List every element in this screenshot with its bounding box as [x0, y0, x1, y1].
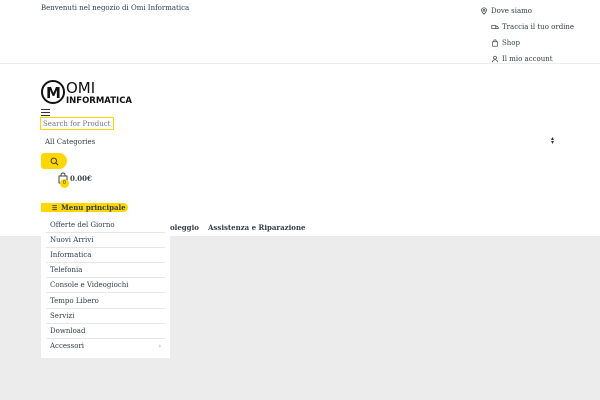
menu-item-download[interactable]: Download: [46, 324, 165, 339]
category-select[interactable]: All Categories ▴ ▾: [41, 135, 556, 148]
logo-line-1: OMI: [66, 79, 96, 97]
main-menu-button[interactable]: ☰ Menu principale: [41, 203, 128, 212]
cart-total: 0.00€: [70, 174, 92, 183]
top-bar: Benvenuti nel negozio di Omi Informatica…: [0, 0, 600, 64]
menu-item-informatica[interactable]: Informatica: [46, 248, 165, 264]
cart-widget[interactable]: 0 0.00€: [57, 172, 137, 190]
dove-siamo-link[interactable]: Dove siamo: [480, 3, 532, 19]
search-icon: [50, 157, 58, 165]
site-logo[interactable]: M OMI INFORMATICA: [41, 78, 133, 108]
menu-item-servizi[interactable]: Servizi: [46, 309, 165, 324]
select-arrows-icon: ▴ ▾: [550, 135, 554, 146]
shop-label: Shop: [502, 39, 520, 47]
menu-item-accessori[interactable]: Accessori ›: [46, 339, 165, 354]
main-menu-dropdown: Offerte del Giorno Nuovi Arrivi Informat…: [41, 218, 170, 358]
logo-line-2: INFORMATICA: [66, 96, 133, 106]
list-icon: ☰: [52, 205, 58, 212]
menu-item-nuovi-arrivi[interactable]: Nuovi Arrivi: [46, 233, 165, 249]
nav-item-noleggio[interactable]: oleggio: [170, 223, 199, 232]
shopping-bag-icon: [492, 39, 498, 47]
menu-item-console[interactable]: Console e Videogiochi: [46, 278, 165, 294]
menu-item-offerte[interactable]: Offerte del Giorno: [46, 218, 165, 234]
search-button[interactable]: [41, 153, 67, 169]
hamburger-menu-icon[interactable]: [41, 109, 50, 116]
cart-count-badge: 0: [60, 179, 69, 188]
truck-icon: [491, 25, 499, 29]
chevron-right-icon: ›: [158, 342, 161, 350]
traccia-ordine-label: Traccia il tuo ordine: [502, 23, 575, 31]
traccia-ordine-link[interactable]: Traccia il tuo ordine: [491, 19, 574, 35]
logo-mark: M: [46, 84, 61, 102]
dove-siamo-label: Dove siamo: [491, 7, 533, 15]
welcome-text: Benvenuti nel negozio di Omi Informatica: [41, 4, 190, 12]
user-icon: [492, 55, 498, 63]
account-link[interactable]: Il mio account: [491, 51, 553, 67]
map-pin-icon: [481, 7, 487, 15]
category-selected: All Categories: [45, 137, 96, 146]
account-label: Il mio account: [502, 55, 553, 63]
menu-item-tempo-libero[interactable]: Tempo Libero: [46, 293, 165, 309]
shop-link[interactable]: Shop: [491, 35, 520, 51]
logo-emblem: M: [41, 80, 65, 104]
search-input[interactable]: [40, 117, 114, 130]
nav-item-assistenza[interactable]: Assistenza e Riparazione: [208, 223, 306, 232]
main-menu-label: Menu principale: [61, 203, 126, 212]
menu-item-telefonia[interactable]: Telefonia: [46, 263, 165, 279]
